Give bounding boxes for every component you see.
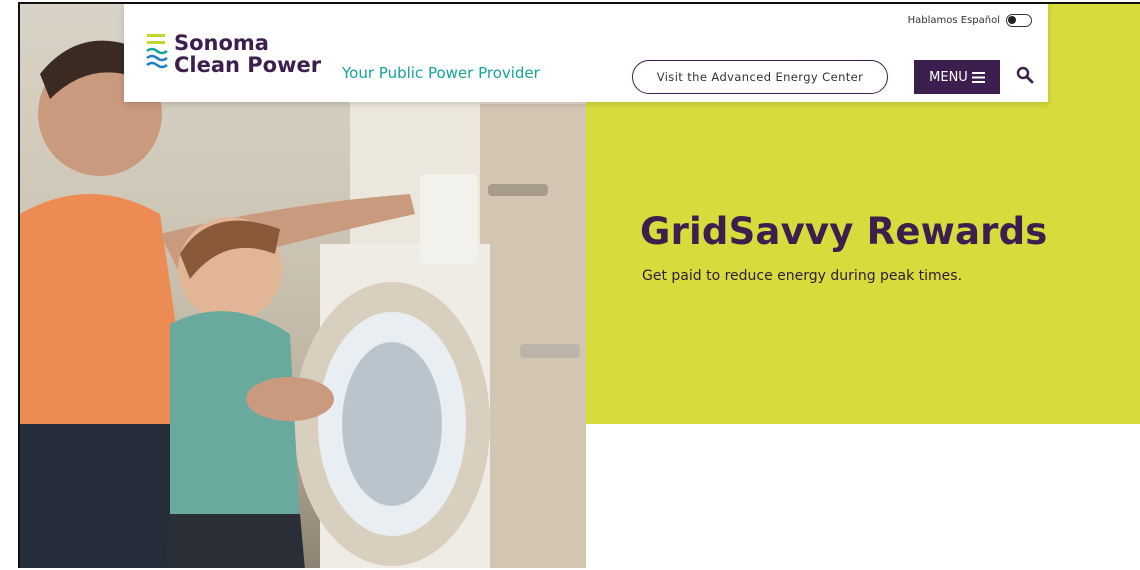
hamburger-icon <box>971 71 985 83</box>
search-icon[interactable] <box>1016 66 1034 84</box>
language-toggle-label: Hablamos Español <box>907 15 1000 26</box>
advanced-energy-center-button[interactable]: Visit the Advanced Energy Center <box>632 60 888 94</box>
toggle-knob <box>1008 16 1016 24</box>
logo-wave-icon <box>146 34 168 69</box>
tagline: Your Public Power Provider <box>342 64 540 82</box>
page-frame: GridSavvy Rewards Get paid to reduce ene… <box>18 2 1140 568</box>
brand-line-1: Sonoma <box>174 31 269 55</box>
menu-button[interactable]: MENU <box>914 60 1000 94</box>
hero-title: GridSavvy Rewards <box>640 210 1048 253</box>
brand-name: Sonoma Clean Power <box>174 32 321 76</box>
brand-line-2: Clean Power <box>174 53 322 77</box>
home-logo-link[interactable]: Sonoma Clean Power <box>146 32 321 84</box>
site-header: Sonoma Clean Power Your Public Power Pro… <box>124 4 1048 102</box>
menu-label: MENU <box>929 69 968 85</box>
language-toggle[interactable]: Hablamos Español <box>908 14 1032 27</box>
hero-subtitle: Get paid to reduce energy during peak ti… <box>642 268 963 284</box>
language-toggle-switch[interactable] <box>1006 14 1032 27</box>
